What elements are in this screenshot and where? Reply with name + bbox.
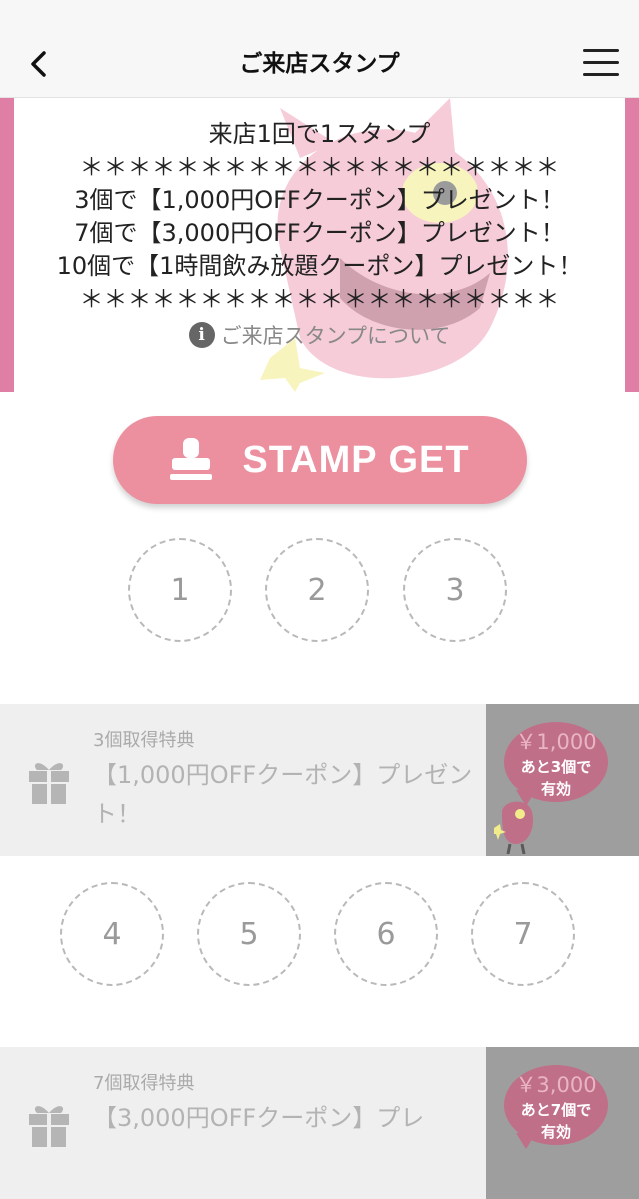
status-bar	[0, 0, 639, 30]
reward-row[interactable]: 3個取得特典 【1,000円OFFクーポン】プレゼント！ ￥1,000 あと3個…	[0, 704, 639, 856]
stamp-slot: 7	[471, 882, 575, 986]
hamburger-menu-icon[interactable]	[583, 49, 619, 79]
reward-status-panel: ￥1,000 あと3個で有効	[486, 704, 639, 856]
banner-line: ＊＊＊＊＊＊＊＊＊＊＊＊＊＊＊＊＊＊＊＊	[79, 153, 560, 181]
banner-line: 来店1回で1スタンプ	[208, 120, 431, 148]
page-title: ご来店スタンプ	[239, 51, 400, 77]
reward-label: 3個取得特典	[93, 730, 195, 751]
banner-line: 7個で【3,000円OFFクーポン】プレゼント！	[74, 219, 565, 247]
reward-speech-bubble: ￥1,000 あと3個で有効	[504, 722, 608, 802]
reward-label: 7個取得特典	[93, 1073, 195, 1094]
stamp-info-link-label: ご来店スタンプについて	[220, 324, 451, 348]
banner-right-accent	[625, 98, 639, 392]
mini-monster-icon	[494, 801, 534, 854]
reward-speech-bubble: ￥3,000 あと7個で有効	[504, 1065, 608, 1145]
stamp-slot: 6	[334, 882, 438, 986]
reward-title: 【1,000円OFFクーポン】プレゼント！	[93, 761, 473, 828]
reward-status-panel: ￥3,000 あと7個で有効	[486, 1047, 639, 1199]
stamp-slot: 2	[265, 538, 369, 642]
stamp-get-button[interactable]: STAMP GET	[113, 416, 527, 504]
reward-price: ￥3,000	[515, 1073, 597, 1097]
banner-left-accent	[0, 98, 14, 392]
stamp-info-link[interactable]: i ご来店スタンプについて	[188, 320, 451, 350]
gift-icon	[29, 763, 69, 804]
reward-title: 【3,000円OFFクーポン】プレ	[93, 1104, 425, 1132]
gift-icon	[29, 1106, 69, 1147]
reward-row[interactable]: 7個取得特典 【3,000円OFFクーポン】プレ ￥3,000 あと7個で有効	[0, 1047, 639, 1199]
stamp-slot: 3	[403, 538, 507, 642]
banner-line: 10個で【1時間飲み放題クーポン】プレゼント！	[56, 252, 583, 280]
stamp-get-label: STAMP GET	[242, 438, 470, 481]
reward-price: ￥1,000	[515, 730, 597, 754]
banner-line: 3個で【1,000円OFFクーポン】プレゼント！	[74, 186, 565, 214]
nav-bar: ご来店スタンプ	[0, 30, 639, 98]
stamp-slot: 4	[60, 882, 164, 986]
info-icon: i	[188, 322, 215, 348]
stamp-slot: 5	[197, 882, 301, 986]
reward-remaining: あと7個で有効	[520, 1101, 592, 1141]
stamp-slot: 1	[128, 538, 232, 642]
banner-line: ＊＊＊＊＊＊＊＊＊＊＊＊＊＊＊＊＊＊＊＊	[79, 285, 560, 313]
stamp-info-banner: 来店1回で1スタンプ ＊＊＊＊＊＊＊＊＊＊＊＊＊＊＊＊＊＊＊＊ 3個で【1,00…	[0, 98, 639, 392]
stamp-icon	[170, 438, 213, 480]
